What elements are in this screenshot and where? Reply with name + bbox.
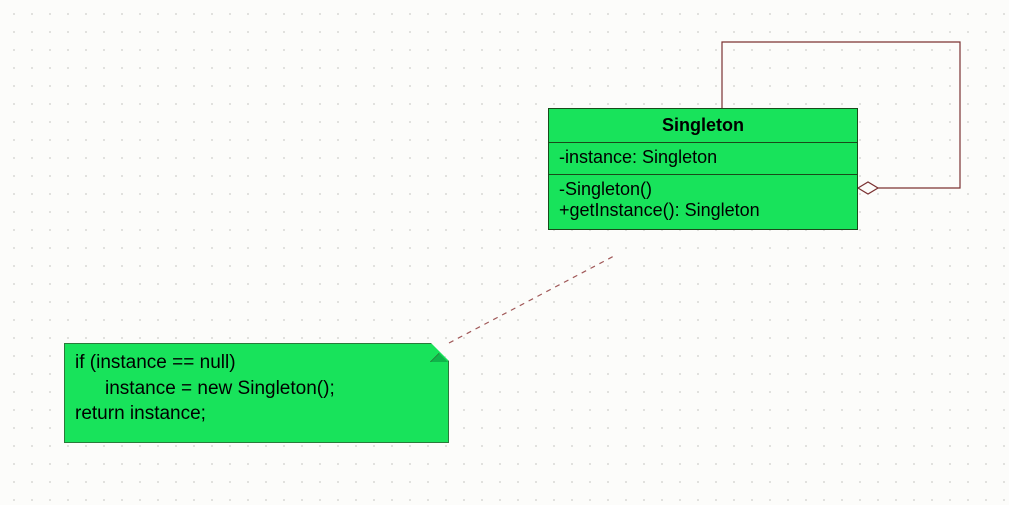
uml-class-singleton[interactable]: Singleton -instance: Singleton -Singleto… <box>548 108 858 230</box>
note-line: instance = new Singleton(); <box>75 376 438 402</box>
note-line: if (instance == null) <box>75 350 438 376</box>
class-name: Singleton <box>549 109 857 143</box>
class-attribute: -instance: Singleton <box>559 147 847 168</box>
diagram-canvas: Singleton -instance: Singleton -Singleto… <box>0 0 1009 505</box>
class-attributes: -instance: Singleton <box>549 143 857 175</box>
uml-note[interactable]: if (instance == null) instance = new Sin… <box>64 343 449 443</box>
aggregation-diamond-icon <box>858 182 878 194</box>
class-operation: +getInstance(): Singleton <box>559 200 847 221</box>
note-line: return instance; <box>75 401 438 427</box>
note-anchor-line <box>449 256 614 343</box>
class-operations: -Singleton() +getInstance(): Singleton <box>549 175 857 229</box>
class-operation: -Singleton() <box>559 179 847 200</box>
